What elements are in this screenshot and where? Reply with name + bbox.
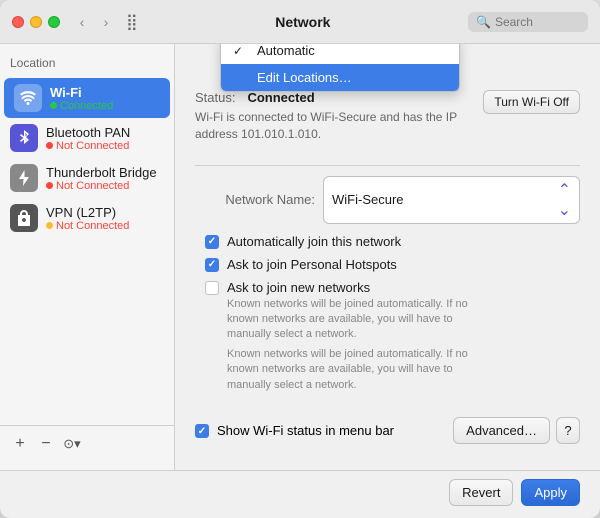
right-buttons: Advanced… ? [453, 417, 580, 444]
dropdown-item-automatic-label: Automatic [257, 44, 315, 58]
thunderbolt-info: Thunderbolt Bridge Not Connected [46, 165, 157, 192]
bluetooth-info: Bluetooth PAN Not Connected [46, 125, 130, 152]
dropdown-item-automatic[interactable]: ✓ Automatic [221, 44, 459, 64]
sidebar-item-wifi[interactable]: Wi-Fi Connected [4, 78, 170, 118]
new-networks-info: Ask to join new networks Known networks … [227, 280, 487, 343]
new-networks-checkbox[interactable] [205, 281, 219, 295]
status-value: Connected [247, 90, 483, 105]
check-icon: ✓ [233, 44, 249, 58]
vpn-status-text: Not Connected [56, 220, 129, 232]
status-section: Status: Connected Wi-Fi is connected to … [195, 90, 580, 143]
network-name-label: Network Name: [195, 192, 315, 207]
minimize-button[interactable] [30, 16, 42, 28]
thunderbolt-status-dot [46, 182, 53, 189]
show-wifi-checkbox[interactable] [195, 424, 209, 438]
help-button[interactable]: ? [556, 417, 580, 444]
footer-actions: Revert Apply [0, 470, 600, 518]
vpn-status-dot [46, 222, 53, 229]
network-name-row: Network Name: WiFi-Secure ⌃⌄ [195, 176, 580, 224]
bottom-controls: Show Wi-Fi status in menu bar Advanced… … [195, 405, 580, 454]
sidebar-item-thunderbolt[interactable]: Thunderbolt Bridge Not Connected [0, 158, 174, 198]
search-box[interactable]: 🔍 [468, 12, 588, 32]
location-label: Location [10, 56, 55, 70]
vpn-status: Not Connected [46, 220, 129, 232]
maximize-button[interactable] [48, 16, 60, 28]
new-networks-sublabel: Known networks will be joined automatica… [227, 297, 487, 343]
auto-join-checkbox[interactable] [205, 235, 219, 249]
search-input[interactable] [495, 15, 575, 29]
new-networks-description: Known networks will be joined automatica… [195, 347, 495, 393]
auto-join-label: Automatically join this network [227, 234, 401, 249]
show-wifi-label: Show Wi-Fi status in menu bar [217, 423, 394, 438]
vpn-info: VPN (L2TP) Not Connected [46, 205, 129, 232]
auto-join-row: Automatically join this network [195, 234, 580, 249]
search-icon: 🔍 [476, 15, 491, 29]
bluetooth-status-dot [46, 142, 53, 149]
new-networks-label: Ask to join new networks [227, 280, 370, 295]
close-button[interactable] [12, 16, 24, 28]
titlebar: ‹ › ⣿ Network 🔍 [0, 0, 600, 44]
sidebar-item-bluetooth[interactable]: Bluetooth PAN Not Connected [0, 118, 174, 158]
personal-hotspot-info: Ask to join Personal Hotspots [227, 257, 397, 272]
main-panel: ✓ Automatic Edit Locations… Status: Conn… [175, 44, 600, 470]
divider-1 [195, 165, 580, 166]
wifi-status: Connected [50, 100, 113, 112]
dropdown-item-edit[interactable]: Edit Locations… [221, 64, 459, 91]
more-options-button[interactable]: ⊙▾ [60, 432, 84, 456]
location-bar: Location [0, 52, 174, 78]
content: Location Wi-Fi Connected [0, 44, 600, 470]
bluetooth-icon [10, 124, 38, 152]
network-list: Wi-Fi Connected Blue [0, 78, 174, 425]
turn-wifi-off-button[interactable]: Turn Wi-Fi Off [483, 90, 580, 114]
add-network-button[interactable]: + [8, 432, 32, 456]
bluetooth-name: Bluetooth PAN [46, 125, 130, 140]
apply-button[interactable]: Apply [521, 479, 580, 506]
remove-network-button[interactable]: − [34, 432, 58, 456]
location-dropdown[interactable]: ✓ Automatic Edit Locations… [220, 44, 460, 92]
sidebar: Location Wi-Fi Connected [0, 44, 175, 470]
status-label: Status: [195, 90, 235, 105]
bluetooth-status-text: Not Connected [56, 140, 129, 152]
wifi-info: Wi-Fi Connected [50, 85, 113, 112]
thunderbolt-status: Not Connected [46, 180, 157, 192]
sidebar-bottom: + − ⊙▾ [0, 425, 174, 462]
bluetooth-status: Not Connected [46, 140, 130, 152]
wifi-icon [14, 84, 42, 112]
network-name-value: WiFi-Secure [332, 192, 558, 207]
status-info: Wi-Fi is connected to WiFi-Secure and ha… [195, 109, 483, 143]
apps-grid-icon[interactable]: ⣿ [126, 12, 138, 32]
show-wifi-row: Show Wi-Fi status in menu bar Advanced… … [195, 417, 580, 444]
thunderbolt-status-text: Not Connected [56, 180, 129, 192]
auto-join-info: Automatically join this network [227, 234, 401, 249]
network-name-arrow-icon: ⌃⌄ [558, 180, 571, 220]
sidebar-item-vpn[interactable]: VPN (L2TP) Not Connected [0, 198, 174, 238]
nav-buttons: ‹ › [72, 12, 116, 32]
forward-button[interactable]: › [96, 12, 116, 32]
window-title: Network [138, 14, 468, 30]
dropdown-item-edit-label: Edit Locations… [257, 70, 352, 85]
personal-hotspot-label: Ask to join Personal Hotspots [227, 257, 397, 272]
revert-button[interactable]: Revert [449, 479, 513, 506]
advanced-button[interactable]: Advanced… [453, 417, 550, 444]
personal-hotspot-checkbox[interactable] [205, 258, 219, 272]
wifi-name: Wi-Fi [50, 85, 113, 100]
traffic-lights [12, 16, 60, 28]
wifi-status-text: Connected [60, 100, 113, 112]
thunderbolt-name: Thunderbolt Bridge [46, 165, 157, 180]
vpn-icon [10, 204, 38, 232]
window: ‹ › ⣿ Network 🔍 Location [0, 0, 600, 518]
vpn-name: VPN (L2TP) [46, 205, 129, 220]
back-button[interactable]: ‹ [72, 12, 92, 32]
thunderbolt-icon [10, 164, 38, 192]
wifi-status-dot [50, 102, 57, 109]
network-name-field[interactable]: WiFi-Secure ⌃⌄ [323, 176, 580, 224]
new-networks-row: Ask to join new networks Known networks … [195, 280, 580, 343]
status-row: Status: Connected [195, 90, 483, 105]
personal-hotspot-row: Ask to join Personal Hotspots [195, 257, 580, 272]
